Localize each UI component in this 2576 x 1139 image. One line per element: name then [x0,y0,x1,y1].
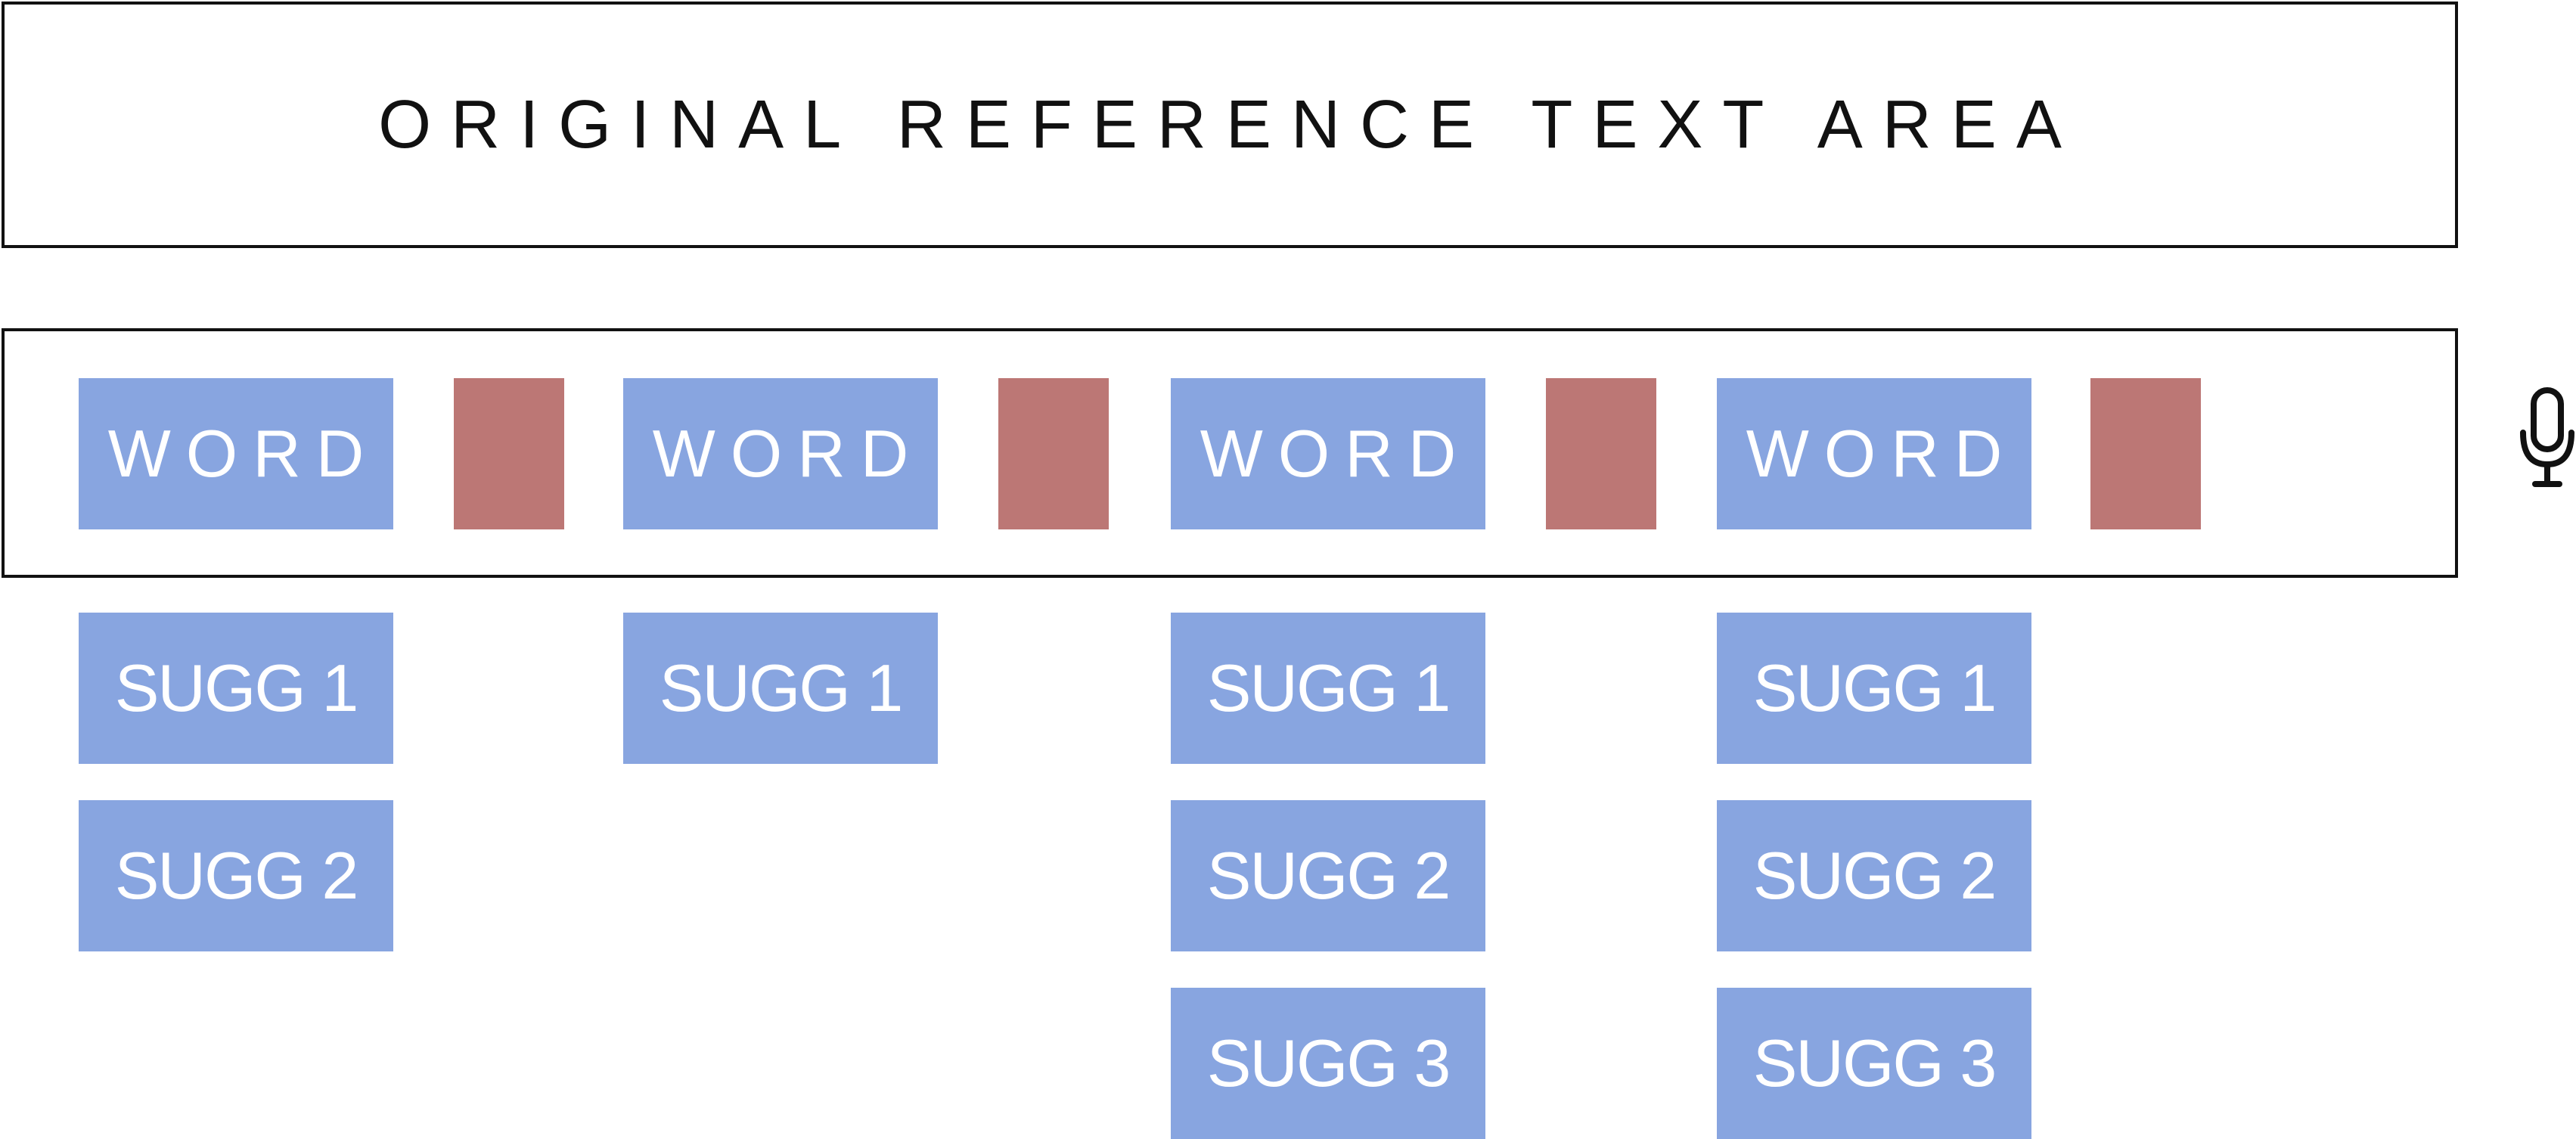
reference-text: ORIGINAL REFERENCE TEXT AREA [378,86,2081,163]
suggestion-1-1[interactable]: SUGG 1 [79,613,393,764]
microphone-icon[interactable] [2517,386,2576,492]
gap-slot-4[interactable] [2090,378,2201,529]
suggestion-4-2[interactable]: SUGG 2 [1717,800,2031,951]
suggestion-3-1[interactable]: SUGG 1 [1171,613,1485,764]
word-tile-2[interactable]: WORD [623,378,938,529]
suggestion-4-3[interactable]: SUGG 3 [1717,988,2031,1139]
gap-slot-2[interactable] [998,378,1109,529]
suggestion-1-2[interactable]: SUGG 2 [79,800,393,951]
original-reference-text-area: ORIGINAL REFERENCE TEXT AREA [2,2,2458,248]
suggestion-4-1[interactable]: SUGG 1 [1717,613,2031,764]
word-tile-3[interactable]: WORD [1171,378,1485,529]
suggestion-3-2[interactable]: SUGG 2 [1171,800,1485,951]
suggestion-3-3[interactable]: SUGG 3 [1171,988,1485,1139]
word-tile-1[interactable]: WORD [79,378,393,529]
suggestion-2-1[interactable]: SUGG 1 [623,613,938,764]
gap-slot-1[interactable] [454,378,564,529]
gap-slot-3[interactable] [1546,378,1656,529]
word-tile-4[interactable]: WORD [1717,378,2031,529]
